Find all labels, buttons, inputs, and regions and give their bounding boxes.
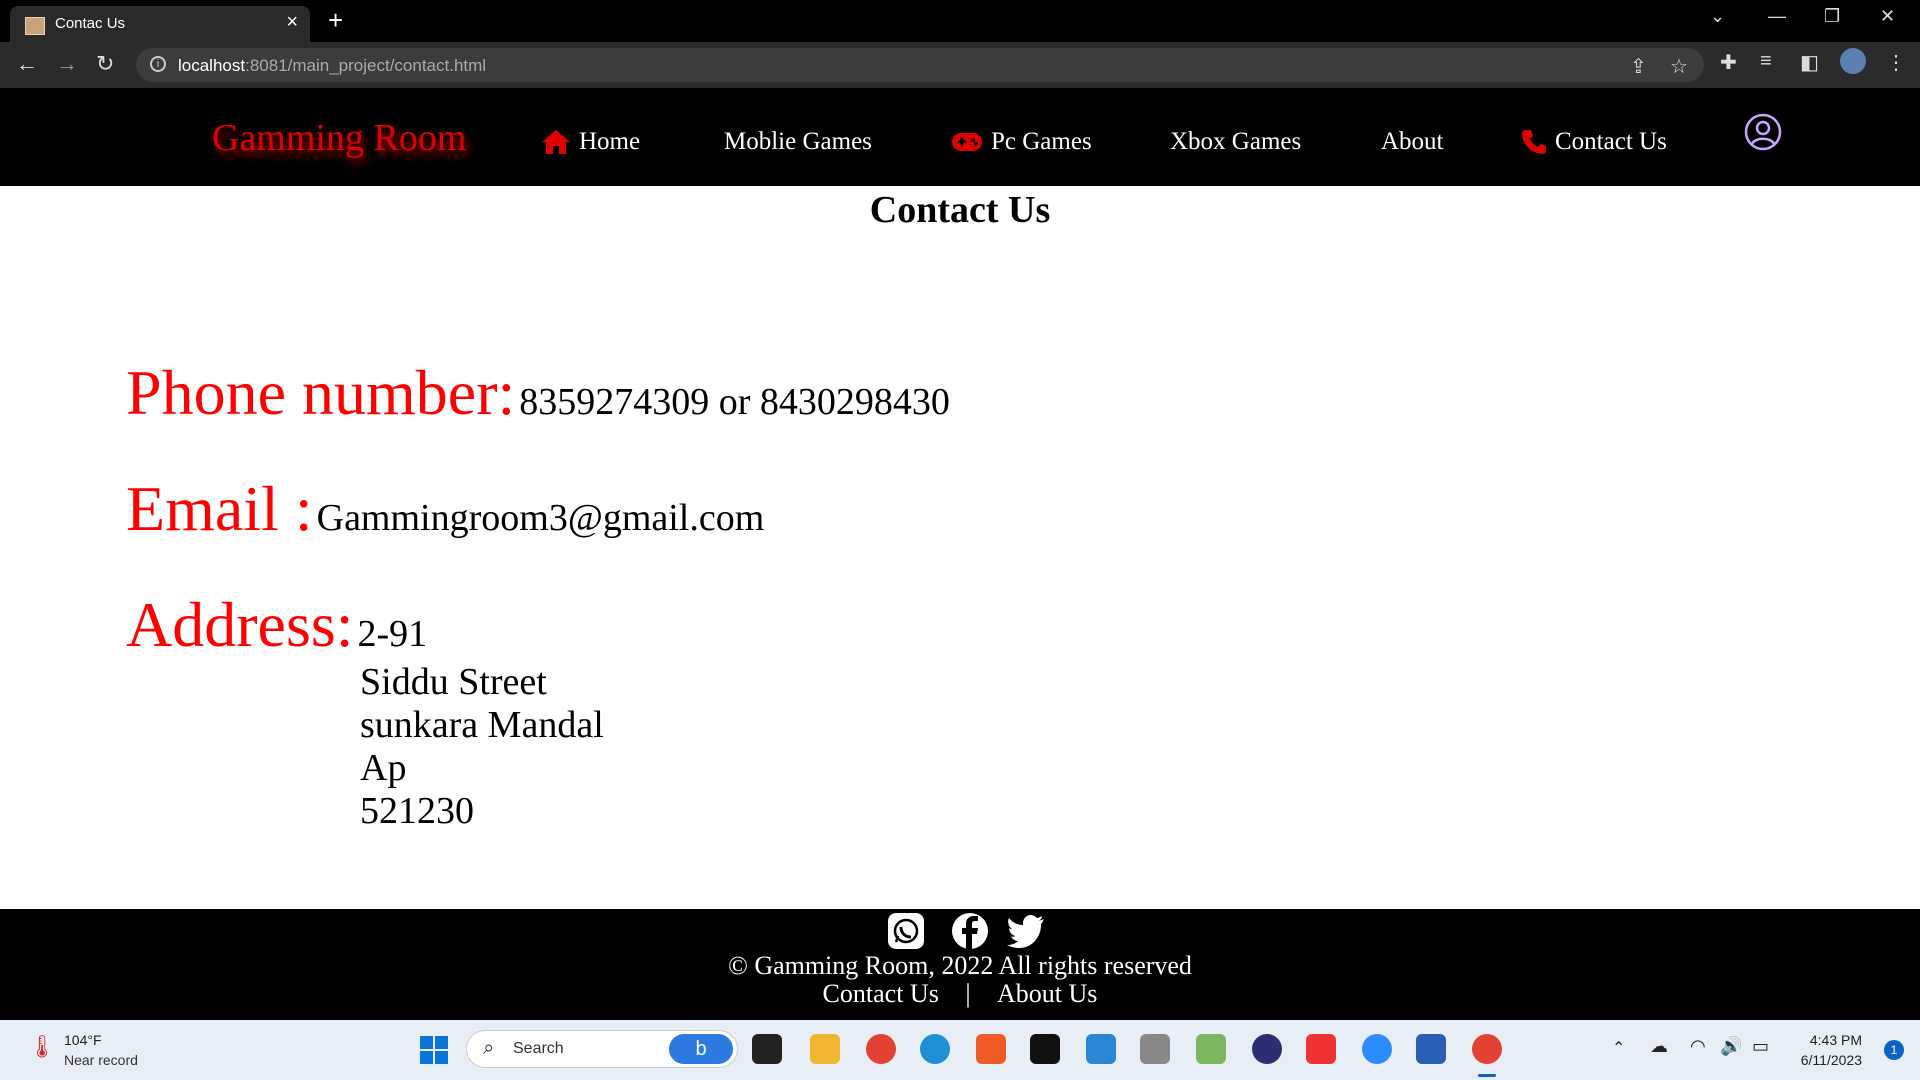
nav-home[interactable]: Home	[541, 128, 640, 156]
nav-mobile-games-label: Moblie Games	[724, 128, 872, 155]
email-row: Email : Gammingroom3@gmail.com	[126, 472, 764, 546]
database-icon[interactable]	[1140, 1034, 1170, 1064]
image-editor-icon[interactable]	[1196, 1034, 1226, 1064]
site-header: Gamming Room Home Moblie Games Pc Games …	[0, 88, 1920, 186]
menu-icon[interactable]: ⋮	[1886, 50, 1906, 75]
browser-tab[interactable]: Contac Us ×	[10, 6, 310, 42]
footer-about-link[interactable]: About Us	[997, 979, 1097, 1008]
taskbar: 🌡 104°F Near record ⌕ Search b ⌃ ☁ ◠ 🔊 ▭…	[0, 1020, 1920, 1080]
extensions-icon[interactable]: ✚	[1720, 50, 1737, 75]
media-control-icon[interactable]: ≡	[1760, 50, 1772, 73]
bing-icon[interactable]: b	[669, 1034, 733, 1064]
bookmark-star-icon[interactable]: ☆	[1670, 54, 1688, 79]
page-title: Contact Us	[869, 189, 1051, 231]
weather-description[interactable]: Near record	[64, 1052, 138, 1068]
user-account-icon[interactable]	[1744, 113, 1782, 151]
site-footer: © Gamming Room, 2022 All rights reserved…	[0, 909, 1920, 1020]
volume-icon[interactable]: 🔊	[1720, 1036, 1742, 1057]
chrome-active-icon[interactable]	[1472, 1034, 1502, 1064]
address-row: Address: 2-91	[126, 588, 427, 662]
task-view-icon[interactable]	[752, 1034, 782, 1064]
brave-icon[interactable]	[976, 1034, 1006, 1064]
whatsapp-icon[interactable]	[886, 911, 926, 951]
nav-pc-games[interactable]: Pc Games	[951, 128, 1092, 156]
clock[interactable]: 4:43 PM 6/11/2023	[1801, 1030, 1862, 1070]
zoom-icon[interactable]	[1362, 1034, 1392, 1064]
brand-logo[interactable]: Gamming Room	[212, 116, 466, 160]
profile-avatar[interactable]	[1840, 48, 1866, 74]
new-tab-button[interactable]: +	[328, 6, 343, 34]
site-info-icon[interactable]: i	[150, 56, 166, 72]
facebook-icon[interactable]	[950, 911, 990, 951]
file-explorer-icon[interactable]	[810, 1034, 840, 1064]
pycharm-icon[interactable]	[1030, 1034, 1060, 1064]
clock-time: 4:43 PM	[1809, 1032, 1862, 1048]
search-icon: ⌕	[483, 1037, 495, 1059]
url-host: localhost	[178, 56, 246, 75]
restore-button[interactable]: ❐	[1824, 6, 1840, 27]
close-window-button[interactable]: ✕	[1880, 6, 1895, 27]
battery-icon[interactable]: ▭	[1752, 1036, 1769, 1057]
vscode-icon[interactable]	[1086, 1034, 1116, 1064]
nav-about-label: About	[1381, 128, 1444, 155]
gamepad-icon	[952, 133, 982, 151]
footer-separator: |	[965, 979, 971, 1008]
thermometer-icon: 🌡	[28, 1034, 56, 1059]
email-value: Gammingroom3@gmail.com	[316, 497, 765, 539]
nav-xbox-games-label: Xbox Games	[1170, 128, 1302, 155]
address-line-2: Siddu Street	[360, 661, 547, 703]
search-label: Search	[513, 1040, 564, 1057]
windows-start-icon[interactable]	[420, 1036, 448, 1064]
back-button[interactable]: ←	[16, 52, 38, 76]
nav-contact-us[interactable]: Contact Us	[1521, 128, 1667, 156]
footer-links: Contact Us | About Us	[0, 979, 1920, 1009]
twitter-icon[interactable]	[1006, 911, 1046, 951]
minimize-button[interactable]: —	[1768, 6, 1786, 27]
phone-label: Phone number:	[126, 357, 516, 428]
address-line-1: 2-91	[357, 613, 428, 655]
nav-home-label: Home	[579, 128, 641, 155]
wifi-icon[interactable]: ◠	[1690, 1036, 1706, 1057]
tray-chevron-icon[interactable]: ⌃	[1612, 1038, 1625, 1058]
nav-xbox-games[interactable]: Xbox Games	[1170, 128, 1301, 156]
address-line-5: 521230	[360, 790, 474, 832]
address-bar: ← → ↻ i localhost:8081/main_project/cont…	[0, 42, 1920, 88]
address-label: Address:	[126, 589, 354, 660]
word-icon[interactable]	[1416, 1034, 1446, 1064]
weather-temperature[interactable]: 104°F	[64, 1032, 102, 1048]
taskbar-search-input[interactable]: ⌕ Search b	[466, 1030, 738, 1068]
email-label: Email :	[126, 473, 313, 544]
tab-search-icon[interactable]: ⌄	[1710, 6, 1725, 27]
favicon-icon	[25, 17, 45, 35]
edge-icon[interactable]	[920, 1034, 950, 1064]
nav-contact-us-label: Contact Us	[1555, 128, 1667, 155]
address-line-3: sunkara Mandal	[360, 704, 604, 746]
tab-title: Contac Us	[55, 15, 126, 32]
notification-badge[interactable]: 1	[1884, 1040, 1904, 1060]
browser-tab-bar: Contac Us × + ⌄ — ❐ ✕	[0, 0, 1920, 42]
nav-mobile-games[interactable]: Moblie Games	[724, 128, 872, 156]
chrome-icon[interactable]	[866, 1034, 896, 1064]
nav-pc-games-label: Pc Games	[991, 128, 1092, 155]
phone-icon	[1522, 130, 1546, 154]
copyright-text: © Gamming Room, 2022 All rights reserved	[728, 951, 1192, 980]
phone-row: Phone number: 8359274309 or 8430298430	[126, 356, 950, 430]
clock-date: 6/11/2023	[1800, 1052, 1862, 1068]
url-input[interactable]: i localhost:8081/main_project/contact.ht…	[136, 48, 1704, 82]
share-icon[interactable]: ⇪	[1630, 54, 1647, 79]
eclipse-icon[interactable]	[1252, 1034, 1282, 1064]
cloud-icon[interactable]: ☁	[1650, 1036, 1668, 1057]
footer-contact-link[interactable]: Contact Us	[823, 979, 939, 1008]
reload-button[interactable]: ↻	[96, 52, 114, 76]
address-line-4: Ap	[360, 747, 407, 789]
side-panel-icon[interactable]: ◧	[1800, 50, 1819, 75]
forward-button[interactable]: →	[56, 52, 78, 76]
home-icon	[542, 130, 570, 154]
phone-value: 8359274309 or 8430298430	[519, 381, 950, 423]
url-path: :8081/main_project/contact.html	[245, 56, 487, 75]
tab-close-icon[interactable]: ×	[286, 12, 298, 32]
office-icon[interactable]	[1306, 1034, 1336, 1064]
active-app-indicator	[1478, 1074, 1496, 1077]
nav-about[interactable]: About	[1381, 128, 1444, 156]
